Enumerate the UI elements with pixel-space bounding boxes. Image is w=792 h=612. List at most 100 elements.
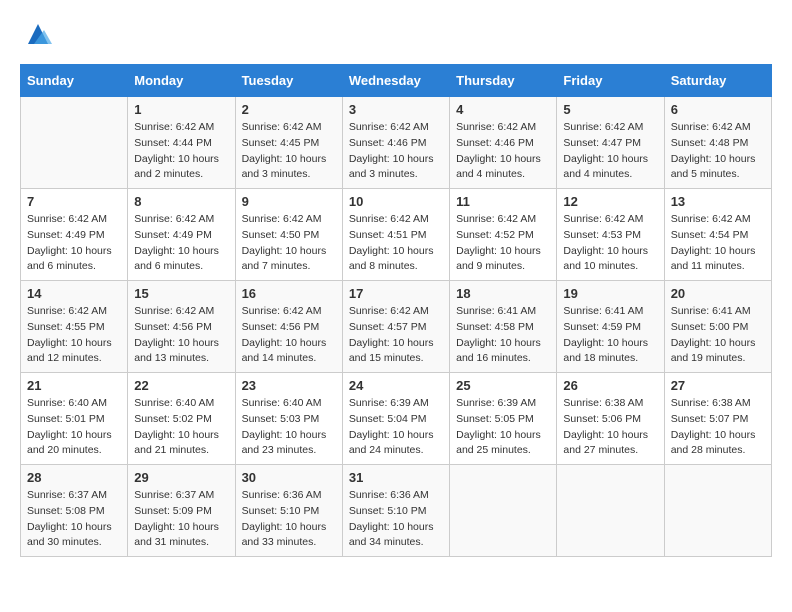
day-number: 21 (27, 378, 121, 393)
day-cell: 16Sunrise: 6:42 AMSunset: 4:56 PMDayligh… (235, 281, 342, 373)
day-number: 9 (242, 194, 336, 209)
day-cell: 5 Sunrise: 6:42 AMSunset: 4:47 PMDaylight… (557, 97, 664, 189)
day-number: 4 (456, 102, 550, 117)
day-cell: 9 Sunrise: 6:42 AMSunset: 4:50 PMDaylight… (235, 189, 342, 281)
day-number: 8 (134, 194, 228, 209)
day-info: Sunrise: 6:41 AMSunset: 4:58 PMDaylight:… (456, 304, 550, 367)
day-info: Sunrise: 6:40 AMSunset: 5:03 PMDaylight:… (242, 396, 336, 459)
day-cell: 8 Sunrise: 6:42 AMSunset: 4:49 PMDaylight… (128, 189, 235, 281)
day-info: Sunrise: 6:42 AMSunset: 4:46 PMDaylight:… (349, 120, 443, 183)
day-number: 11 (456, 194, 550, 209)
day-info: Sunrise: 6:42 AMSunset: 4:46 PMDaylight:… (456, 120, 550, 183)
day-info: Sunrise: 6:42 AMSunset: 4:57 PMDaylight:… (349, 304, 443, 367)
day-number: 28 (27, 470, 121, 485)
day-info: Sunrise: 6:40 AMSunset: 5:02 PMDaylight:… (134, 396, 228, 459)
day-cell: 11 Sunrise: 6:42 AMSunset: 4:52 PMDayligh… (450, 189, 557, 281)
day-number: 7 (27, 194, 121, 209)
day-cell: 25 Sunrise: 6:39 AMSunset: 5:05 PMDayligh… (450, 373, 557, 465)
day-cell: 14Sunrise: 6:42 AMSunset: 4:55 PMDayligh… (21, 281, 128, 373)
day-info: Sunrise: 6:39 AMSunset: 5:04 PMDaylight:… (349, 396, 443, 459)
day-cell: 13Sunrise: 6:42 AMSunset: 4:54 PMDayligh… (664, 189, 771, 281)
day-info: Sunrise: 6:37 AMSunset: 5:09 PMDaylight:… (134, 488, 228, 551)
day-cell: 3 Sunrise: 6:42 AMSunset: 4:46 PMDaylight… (342, 97, 449, 189)
day-cell: 26 Sunrise: 6:38 AMSunset: 5:06 PMDayligh… (557, 373, 664, 465)
day-cell: 19 Sunrise: 6:41 AMSunset: 4:59 PMDayligh… (557, 281, 664, 373)
day-cell: 10 Sunrise: 6:42 AMSunset: 4:51 PMDayligh… (342, 189, 449, 281)
day-number: 30 (242, 470, 336, 485)
day-number: 15 (134, 286, 228, 301)
header-cell-sunday: Sunday (21, 65, 128, 97)
day-info: Sunrise: 6:42 AMSunset: 4:50 PMDaylight:… (242, 212, 336, 275)
day-number: 17 (349, 286, 443, 301)
day-info: Sunrise: 6:39 AMSunset: 5:05 PMDaylight:… (456, 396, 550, 459)
day-number: 19 (563, 286, 657, 301)
day-cell: 15 Sunrise: 6:42 AMSunset: 4:56 PMDayligh… (128, 281, 235, 373)
logo-icon (24, 20, 52, 48)
day-number: 27 (671, 378, 765, 393)
day-info: Sunrise: 6:42 AMSunset: 4:52 PMDaylight:… (456, 212, 550, 275)
day-info: Sunrise: 6:42 AMSunset: 4:49 PMDaylight:… (27, 212, 121, 275)
day-cell: 6 Sunrise: 6:42 AMSunset: 4:48 PMDaylight… (664, 97, 771, 189)
day-cell: 31Sunrise: 6:36 AMSunset: 5:10 PMDayligh… (342, 465, 449, 557)
day-cell: 7 Sunrise: 6:42 AMSunset: 4:49 PMDaylight… (21, 189, 128, 281)
header-cell-saturday: Saturday (664, 65, 771, 97)
day-number: 5 (563, 102, 657, 117)
header-cell-friday: Friday (557, 65, 664, 97)
day-number: 3 (349, 102, 443, 117)
day-number: 22 (134, 378, 228, 393)
day-cell (557, 465, 664, 557)
day-info: Sunrise: 6:41 AMSunset: 5:00 PMDaylight:… (671, 304, 765, 367)
day-info: Sunrise: 6:42 AMSunset: 4:44 PMDaylight:… (134, 120, 228, 183)
day-number: 12 (563, 194, 657, 209)
day-number: 29 (134, 470, 228, 485)
calendar-table: SundayMondayTuesdayWednesdayThursdayFrid… (20, 64, 772, 557)
day-cell: 24 Sunrise: 6:39 AMSunset: 5:04 PMDayligh… (342, 373, 449, 465)
day-number: 23 (242, 378, 336, 393)
day-info: Sunrise: 6:42 AMSunset: 4:56 PMDaylight:… (242, 304, 336, 367)
calendar-body: 1 Sunrise: 6:42 AMSunset: 4:44 PMDaylight… (21, 97, 772, 557)
day-number: 1 (134, 102, 228, 117)
week-row-1: 1 Sunrise: 6:42 AMSunset: 4:44 PMDaylight… (21, 97, 772, 189)
day-number: 2 (242, 102, 336, 117)
page-header (20, 20, 772, 48)
day-cell: 4 Sunrise: 6:42 AMSunset: 4:46 PMDaylight… (450, 97, 557, 189)
week-row-2: 7 Sunrise: 6:42 AMSunset: 4:49 PMDaylight… (21, 189, 772, 281)
week-row-4: 21Sunrise: 6:40 AMSunset: 5:01 PMDayligh… (21, 373, 772, 465)
calendar-header: SundayMondayTuesdayWednesdayThursdayFrid… (21, 65, 772, 97)
logo (20, 20, 52, 48)
day-number: 14 (27, 286, 121, 301)
day-number: 25 (456, 378, 550, 393)
day-cell (664, 465, 771, 557)
day-cell: 17 Sunrise: 6:42 AMSunset: 4:57 PMDayligh… (342, 281, 449, 373)
day-info: Sunrise: 6:42 AMSunset: 4:51 PMDaylight:… (349, 212, 443, 275)
day-cell: 28 Sunrise: 6:37 AMSunset: 5:08 PMDayligh… (21, 465, 128, 557)
day-info: Sunrise: 6:42 AMSunset: 4:53 PMDaylight:… (563, 212, 657, 275)
day-cell: 27Sunrise: 6:38 AMSunset: 5:07 PMDayligh… (664, 373, 771, 465)
day-info: Sunrise: 6:42 AMSunset: 4:49 PMDaylight:… (134, 212, 228, 275)
day-number: 18 (456, 286, 550, 301)
day-info: Sunrise: 6:42 AMSunset: 4:56 PMDaylight:… (134, 304, 228, 367)
day-number: 10 (349, 194, 443, 209)
day-cell: 21Sunrise: 6:40 AMSunset: 5:01 PMDayligh… (21, 373, 128, 465)
week-row-3: 14Sunrise: 6:42 AMSunset: 4:55 PMDayligh… (21, 281, 772, 373)
day-cell (450, 465, 557, 557)
day-cell (21, 97, 128, 189)
header-cell-monday: Monday (128, 65, 235, 97)
day-info: Sunrise: 6:37 AMSunset: 5:08 PMDaylight:… (27, 488, 121, 551)
day-cell: 1 Sunrise: 6:42 AMSunset: 4:44 PMDaylight… (128, 97, 235, 189)
day-info: Sunrise: 6:38 AMSunset: 5:06 PMDaylight:… (563, 396, 657, 459)
day-info: Sunrise: 6:41 AMSunset: 4:59 PMDaylight:… (563, 304, 657, 367)
day-info: Sunrise: 6:36 AMSunset: 5:10 PMDaylight:… (242, 488, 336, 551)
day-cell: 23 Sunrise: 6:40 AMSunset: 5:03 PMDayligh… (235, 373, 342, 465)
day-cell: 2Sunrise: 6:42 AMSunset: 4:45 PMDaylight… (235, 97, 342, 189)
day-cell: 29 Sunrise: 6:37 AMSunset: 5:09 PMDayligh… (128, 465, 235, 557)
header-row: SundayMondayTuesdayWednesdayThursdayFrid… (21, 65, 772, 97)
day-cell: 30 Sunrise: 6:36 AMSunset: 5:10 PMDayligh… (235, 465, 342, 557)
day-number: 6 (671, 102, 765, 117)
day-info: Sunrise: 6:42 AMSunset: 4:48 PMDaylight:… (671, 120, 765, 183)
day-number: 24 (349, 378, 443, 393)
header-cell-tuesday: Tuesday (235, 65, 342, 97)
day-number: 26 (563, 378, 657, 393)
day-cell: 12 Sunrise: 6:42 AMSunset: 4:53 PMDayligh… (557, 189, 664, 281)
day-info: Sunrise: 6:42 AMSunset: 4:47 PMDaylight:… (563, 120, 657, 183)
